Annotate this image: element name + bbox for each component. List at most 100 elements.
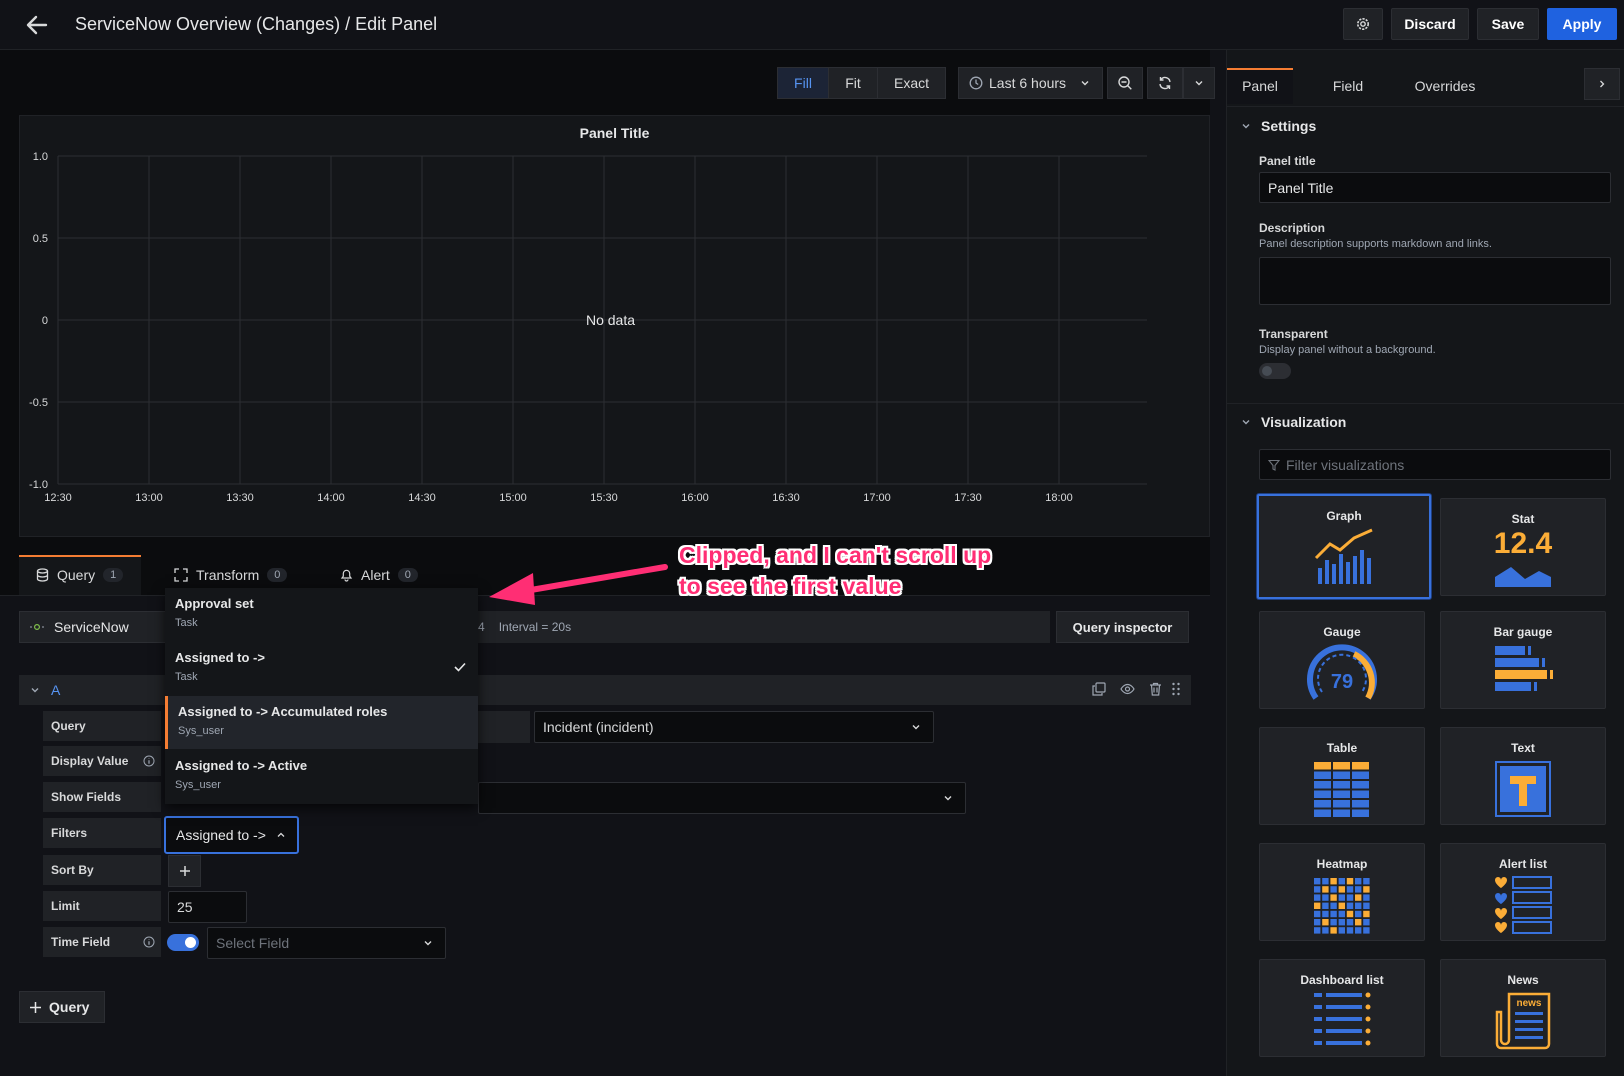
show-fields-select[interactable] (478, 782, 966, 814)
heatmap-icon-cell (1338, 878, 1345, 885)
apply-button[interactable]: Apply (1547, 8, 1617, 40)
viz-label: Stat (1511, 512, 1535, 526)
dropdown-option-selected[interactable]: Assigned to -> Task (165, 642, 478, 695)
viz-dashboard-list[interactable]: Dashboard list (1259, 959, 1425, 1057)
y-tick-label: -0.5 (29, 397, 48, 409)
heatmap-icon-cell (1338, 894, 1345, 901)
viz-alert-list[interactable]: Alert list (1440, 843, 1606, 941)
time-field-toggle[interactable] (167, 934, 199, 951)
heatmap-icon-cell (1314, 886, 1321, 893)
tab-panel[interactable]: Panel (1227, 68, 1293, 104)
graph-chart: 1.0 0.5 0 -0.5 -1.012:30 13:00 13:30 14:00 14:30… (29, 151, 1147, 504)
filter-field-select[interactable]: Assigned to -> (164, 816, 299, 854)
option-title: Approval set (175, 596, 254, 611)
fill-button[interactable]: Fill (778, 68, 829, 98)
refresh-interval-dropdown[interactable] (1183, 67, 1215, 99)
viz-label: Text (1511, 741, 1535, 755)
save-button[interactable]: Save (1477, 8, 1539, 40)
add-query-button[interactable]: Query (19, 991, 105, 1023)
viz-bar-gauge[interactable]: Bar gauge (1440, 611, 1606, 709)
exact-button[interactable]: Exact (878, 68, 945, 98)
info-icon[interactable] (143, 755, 155, 767)
query-options-bar[interactable]: 4 Interval = 20s (478, 611, 1050, 643)
heatmap-icon-cell (1314, 894, 1321, 901)
heatmap-icon-cell (1330, 894, 1337, 901)
transparent-toggle[interactable] (1259, 363, 1291, 379)
filter-dropdown-menu: Approval set Task Assigned to -> Task As… (165, 588, 478, 804)
option-subtitle: Task (175, 617, 198, 629)
table-icon-cell (1333, 781, 1350, 789)
table-viz-icon (1314, 762, 1369, 817)
add-sort-button[interactable] (168, 855, 201, 887)
heatmap-icon-cell (1355, 910, 1362, 918)
dropdown-option-focused[interactable]: Assigned to -> Accumulated roles Sys_use… (165, 696, 478, 749)
viz-stat[interactable]: Stat 12.4 (1440, 498, 1606, 596)
info-icon[interactable] (143, 936, 155, 948)
dropdown-option[interactable]: Approval set Task (165, 588, 478, 641)
dashboard-list-viz-icon (1314, 992, 1371, 1046)
back-arrow-icon[interactable] (24, 12, 50, 38)
x-tick-label: 16:30 (772, 492, 800, 504)
panel-title-input[interactable]: Panel Title (1259, 172, 1611, 203)
datasource-picker[interactable]: ServiceNow (19, 611, 169, 643)
limit-input[interactable]: 25 (168, 891, 247, 923)
chevron-right-icon (1597, 79, 1607, 89)
sort-by-label: Sort By (43, 855, 161, 885)
viz-table[interactable]: Table (1259, 727, 1425, 825)
visualization-section-header[interactable]: Visualization (1241, 414, 1346, 430)
tab-field[interactable]: Field (1315, 68, 1381, 104)
refresh-button[interactable] (1147, 67, 1183, 99)
viz-gauge[interactable]: Gauge 79 (1259, 611, 1425, 709)
heatmap-icon-cell (1314, 878, 1321, 885)
plus-icon (179, 865, 191, 877)
time-field-label-text: Time Field (51, 935, 111, 949)
drag-handle-icon[interactable] (1171, 682, 1181, 696)
time-range-picker[interactable]: Last 6 hours (958, 67, 1103, 99)
heatmap-icon-cell (1355, 927, 1362, 934)
tab-query[interactable]: Query 1 (36, 555, 124, 595)
heatmap-icon-cell (1363, 919, 1370, 926)
description-textarea[interactable] (1259, 257, 1611, 305)
heatmap-icon-cell (1346, 927, 1354, 934)
viz-news[interactable]: News news (1440, 959, 1606, 1057)
filter-visualizations-input[interactable]: Filter visualizations (1259, 449, 1611, 480)
settings-section-header[interactable]: Settings (1241, 118, 1316, 134)
chevron-down-icon (1241, 417, 1251, 427)
table-icon-cell (1314, 781, 1331, 789)
viz-graph[interactable]: Graph (1257, 494, 1431, 599)
viz-heatmap[interactable]: Heatmap (1259, 843, 1425, 941)
eye-icon[interactable] (1120, 682, 1135, 696)
chevron-down-icon[interactable] (30, 685, 40, 695)
table-icon-cell (1352, 790, 1369, 798)
filter-placeholder: Filter visualizations (1286, 456, 1405, 473)
display-value-label: Display Value (43, 746, 161, 776)
chevron-down-icon (1194, 78, 1204, 88)
dropdown-option[interactable]: Assigned to -> Active Sys_user (165, 750, 478, 803)
heatmap-icon-cell (1322, 919, 1329, 926)
x-tick-label: 15:30 (590, 492, 618, 504)
zoom-out-button[interactable] (1107, 67, 1143, 99)
table-icon-cell (1352, 771, 1369, 779)
tab-transform-count: 0 (267, 568, 288, 582)
collapse-options-button[interactable] (1584, 68, 1620, 100)
news-viz-icon: news (1495, 992, 1551, 1050)
chevron-down-icon (1080, 78, 1090, 88)
fit-button[interactable]: Fit (829, 68, 878, 98)
settings-button[interactable] (1343, 8, 1383, 40)
query-field-hidden-part[interactable] (478, 711, 530, 743)
duplicate-icon[interactable] (1092, 682, 1106, 696)
tab-overrides[interactable]: Overrides (1397, 68, 1493, 104)
time-field-select[interactable]: Select Field (207, 927, 446, 959)
tab-query-count: 1 (103, 568, 124, 582)
show-fields-label: Show Fields (43, 782, 161, 812)
heatmap-icon-cell (1346, 902, 1354, 909)
viz-text[interactable]: Text (1440, 727, 1606, 825)
discard-button[interactable]: Discard (1391, 8, 1469, 40)
transparent-help: Display panel without a background. (1259, 344, 1436, 356)
query-inspector-button[interactable]: Query inspector (1056, 611, 1189, 643)
table-select[interactable]: Incident (incident) (534, 711, 934, 743)
option-subtitle: Sys_user (175, 779, 221, 791)
bell-icon (340, 568, 353, 582)
display-mode-group: Fill Fit Exact (777, 67, 946, 99)
trash-icon[interactable] (1149, 682, 1162, 696)
